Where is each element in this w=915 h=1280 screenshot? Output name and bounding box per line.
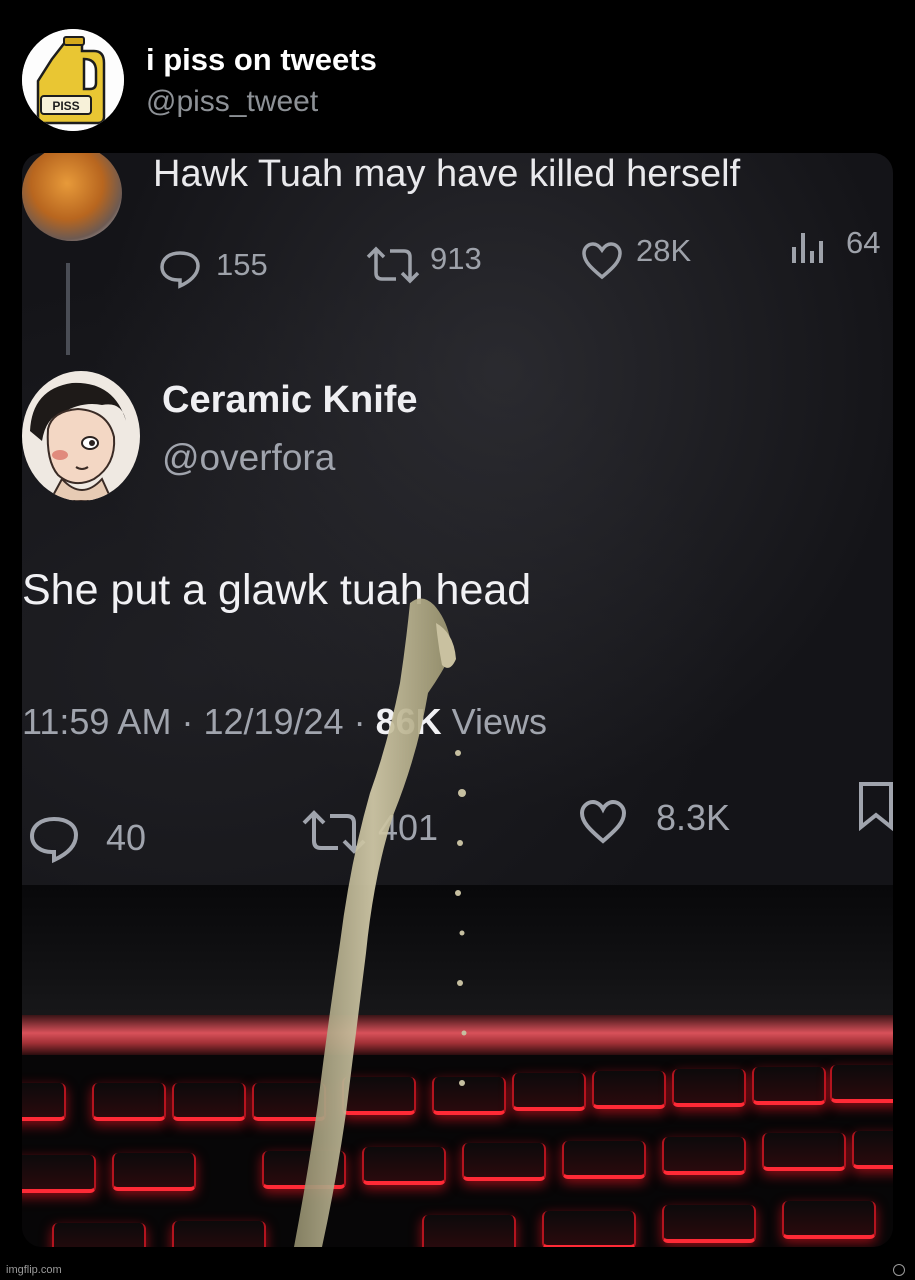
tweet-time: 11:59 AM (22, 701, 172, 742)
keyboard-key (672, 1069, 746, 1107)
heart-icon (582, 242, 622, 280)
display-name[interactable]: i piss on tweets (146, 42, 377, 78)
keyboard-key (432, 1077, 506, 1115)
previous-tweet-text: Hawk Tuah may have killed herself (153, 153, 741, 195)
keyboard-key (262, 1151, 346, 1189)
keyboard-key (422, 1215, 516, 1247)
retweet-icon (366, 246, 420, 284)
views-label: Views (451, 701, 548, 742)
keyboard-key (592, 1071, 666, 1109)
keyboard-key (542, 1211, 636, 1247)
previous-view-count: 64 (846, 225, 881, 260)
previous-like-count: 28K (636, 233, 692, 268)
tweet-date: 12/19/24 (203, 701, 344, 742)
keyboard-key (252, 1083, 326, 1121)
milk-jug-icon: PISS (22, 29, 124, 131)
quoted-reply-count: 40 (106, 817, 147, 858)
views-icon (792, 233, 823, 263)
quoted-author-name: Ceramic Knife (162, 379, 418, 421)
previous-reply-count: 155 (216, 247, 268, 282)
quoted-author-handle: @overfora (162, 437, 336, 478)
quoted-reply-icon (29, 816, 79, 864)
keyboard-key (852, 1131, 893, 1169)
previous-tweet-avatar (22, 153, 122, 241)
keyboard-key (830, 1065, 893, 1103)
bookmark-icon (859, 782, 893, 831)
keyboard-key (662, 1205, 756, 1243)
tweet-meta: 11:59 AM · 12/19/24 · 86K Views (22, 701, 548, 742)
keyboard-key (362, 1147, 446, 1185)
thread-line (66, 263, 70, 355)
smiley-icon (893, 1264, 905, 1276)
laptop-bezel (22, 885, 893, 1035)
keyboard-key (22, 1155, 96, 1193)
keyboard-key (92, 1083, 166, 1121)
quoted-heart-icon (579, 799, 627, 844)
quoted-tweet-body: She put a glawk tuah head (22, 566, 532, 614)
laptop-keyboard (22, 1055, 893, 1247)
quoted-like-count: 8.3K (656, 797, 731, 838)
imgflip-watermark: imgflip.com (6, 1264, 62, 1276)
quoted-retweet-count: 401 (378, 807, 439, 848)
keyboard-backlight-strip (22, 1015, 893, 1055)
keyboard-key (752, 1067, 826, 1105)
keyboard-key (172, 1221, 266, 1247)
quoted-retweet-icon (302, 810, 366, 854)
keyboard-key (112, 1153, 196, 1191)
view-count: 86K (375, 701, 442, 742)
keyboard-key (462, 1143, 546, 1181)
keyboard-key (762, 1133, 846, 1171)
quoted-tweet-avatar (22, 371, 140, 501)
keyboard-key (172, 1083, 246, 1121)
post-photo[interactable]: Hawk Tuah may have killed herself 155 91… (22, 153, 893, 1247)
keyboard-key (52, 1223, 146, 1247)
keyboard-key (662, 1137, 746, 1175)
previous-retweet-count: 913 (430, 241, 482, 276)
profile-avatar[interactable]: PISS (22, 29, 124, 131)
keyboard-key (22, 1083, 66, 1121)
user-handle[interactable]: @piss_tweet (146, 85, 318, 119)
keyboard-key (782, 1201, 876, 1239)
reply-icon (160, 251, 200, 289)
keyboard-key (512, 1073, 586, 1111)
laptop-screen: Hawk Tuah may have killed herself 155 91… (22, 153, 893, 885)
keyboard-key (342, 1077, 416, 1115)
avatar-label: PISS (52, 99, 79, 113)
keyboard-key (562, 1141, 646, 1179)
